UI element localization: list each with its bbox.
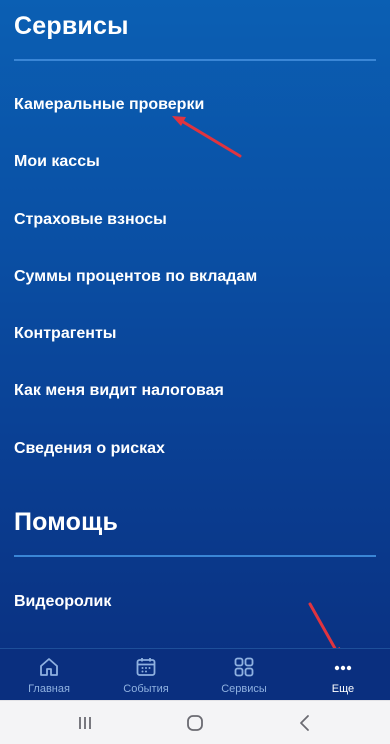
tab-more-label: Еще bbox=[331, 683, 355, 695]
help-divider bbox=[14, 555, 376, 557]
app-screen: Сервисы Камеральные проверки Мои кассы С… bbox=[0, 0, 390, 700]
tab-more[interactable]: Еще bbox=[304, 655, 382, 699]
services-divider bbox=[14, 59, 376, 61]
tab-events[interactable]: События bbox=[107, 655, 185, 699]
recent-apps-icon[interactable] bbox=[73, 711, 97, 735]
tab-services-label: Сервисы bbox=[221, 683, 267, 695]
menu-item-counterparties[interactable]: Контрагенты bbox=[14, 325, 116, 343]
calendar-icon bbox=[136, 658, 156, 676]
more-dots-icon bbox=[334, 665, 352, 671]
menu-item-video[interactable]: Видеоролик bbox=[14, 593, 111, 611]
system-navigation-bar bbox=[0, 700, 390, 744]
annotation-arrow-services bbox=[172, 116, 242, 158]
services-section-title: Сервисы bbox=[14, 12, 129, 40]
tab-home-label: Главная bbox=[28, 683, 70, 695]
tab-events-label: События bbox=[123, 683, 169, 695]
tab-home[interactable]: Главная bbox=[10, 655, 88, 699]
help-section-title: Помощь bbox=[14, 508, 119, 536]
grid-icon bbox=[234, 657, 254, 677]
home-icon bbox=[40, 658, 58, 676]
menu-item-my-cash-registers[interactable]: Мои кассы bbox=[14, 153, 100, 171]
menu-item-insurance-contributions[interactable]: Страховые взносы bbox=[14, 211, 167, 229]
home-circle-icon[interactable] bbox=[183, 711, 207, 735]
menu-item-desk-audits[interactable]: Камеральные проверки bbox=[14, 96, 204, 114]
menu-item-deposit-interest[interactable]: Суммы процентов по вкладам bbox=[14, 268, 257, 286]
menu-item-risk-info[interactable]: Сведения о рисках bbox=[14, 440, 165, 458]
back-chevron-icon[interactable] bbox=[293, 711, 317, 735]
tab-services[interactable]: Сервисы bbox=[205, 655, 283, 699]
menu-item-tax-view[interactable]: Как меня видит налоговая bbox=[14, 382, 224, 400]
bottom-tab-bar: Главная События Сервисы Еще bbox=[0, 648, 390, 700]
